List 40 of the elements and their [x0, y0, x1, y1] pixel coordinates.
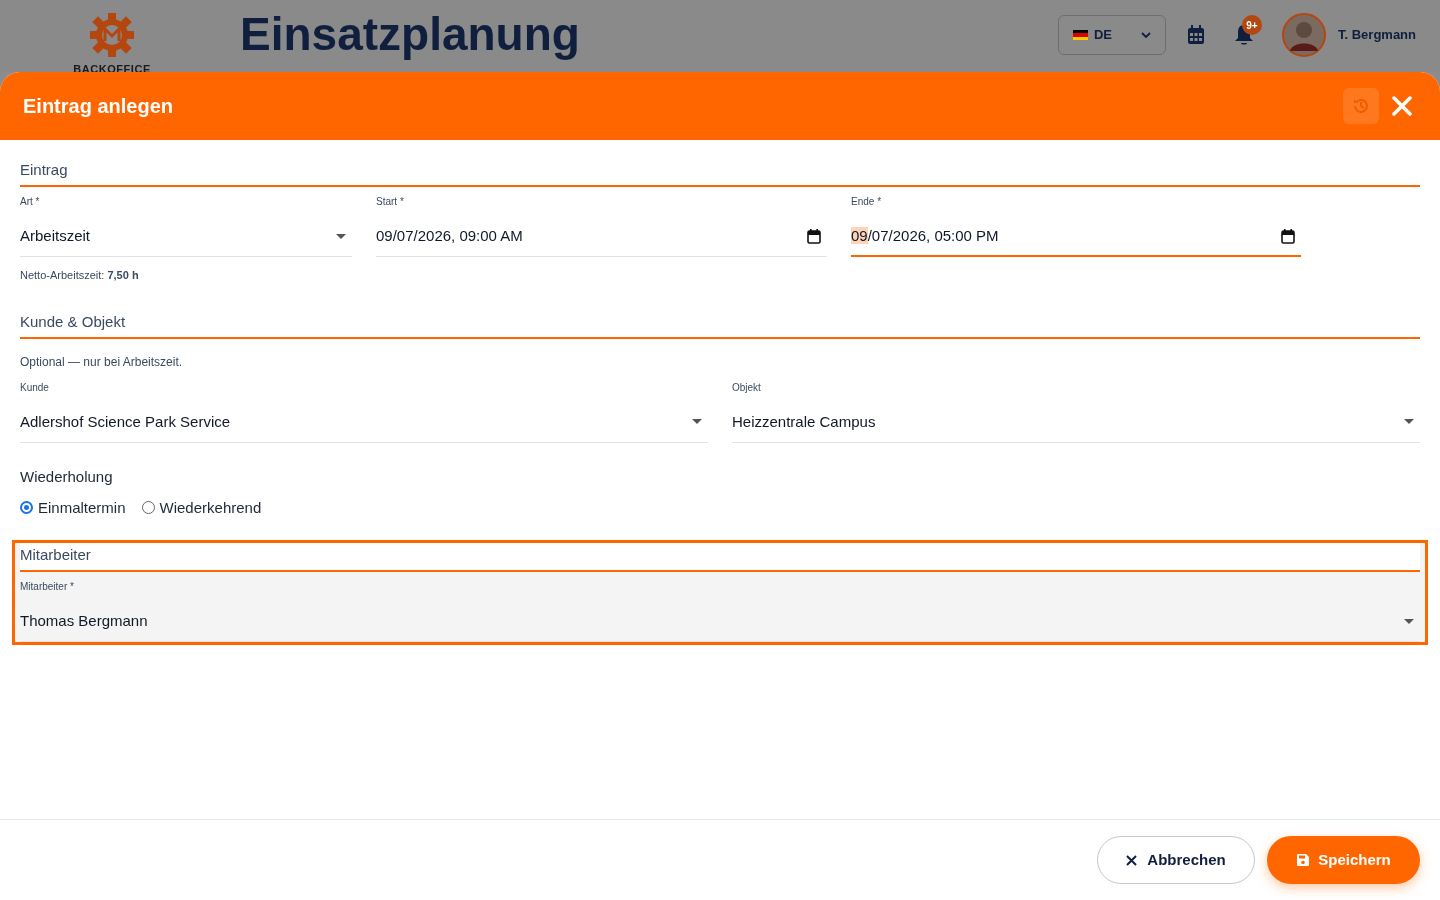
section-title: Kunde & Objekt [20, 309, 1420, 339]
history-icon [1352, 97, 1370, 115]
select-field[interactable]: Adlershof Science Park Service [20, 402, 708, 443]
dialog-title: Eintrag anlegen [23, 94, 174, 119]
radio-option[interactable]: Wiederkehrend [141, 496, 262, 519]
field-label: Start * [376, 195, 405, 209]
gear-logo-icon [89, 12, 135, 58]
save-icon [1296, 853, 1311, 867]
datetime-field[interactable]: 09/07/2026, 05:00 PM [851, 217, 1301, 257]
field-label: Ende * [851, 195, 883, 209]
net-hours-note: Netto-Arbeitszeit: 7,50 h [20, 268, 140, 283]
chevron-down-icon [1141, 31, 1151, 39]
calendar-icon[interactable] [807, 229, 821, 244]
language-select[interactable]: DE [1058, 15, 1166, 55]
section-title: Wiederholung [20, 466, 114, 487]
section-title: Mitarbeiter [20, 543, 1420, 572]
section-note: Optional — nur bei Arbeitszeit. [20, 353, 184, 371]
radio-option[interactable]: Einmaltermin [20, 496, 126, 519]
dropdown-caret-icon [692, 419, 702, 425]
close-icon [1126, 854, 1138, 866]
dropdown-caret-icon [1404, 419, 1414, 425]
selected-text: 09 [851, 226, 868, 244]
close-icon [1392, 96, 1412, 116]
select-field[interactable]: Arbeitszeit [20, 217, 352, 257]
page-title: Einsatzplanung [240, 7, 580, 62]
field-label: Mitarbeiter * [20, 580, 75, 594]
field-label: Kunde [20, 380, 50, 395]
field-label: Art * [20, 195, 41, 209]
flag-icon [1073, 30, 1088, 40]
cancel-button[interactable]: Abbrechen [1097, 836, 1255, 884]
section-title: Eintrag [20, 158, 1420, 187]
user-name[interactable]: T. Bergmann [1338, 25, 1416, 45]
dropdown-caret-icon [1404, 618, 1414, 625]
avatar-icon[interactable] [1282, 13, 1326, 57]
notification-badge: 9+ [1242, 15, 1262, 35]
dropdown-caret-icon [336, 233, 346, 240]
select-field[interactable]: Heizzentrale Campus [732, 402, 1420, 443]
datetime-field[interactable]: 09/07/2026, 09:00 AM [376, 217, 827, 257]
field-label: Objekt [732, 380, 762, 395]
calendar-icon[interactable] [1281, 228, 1295, 244]
